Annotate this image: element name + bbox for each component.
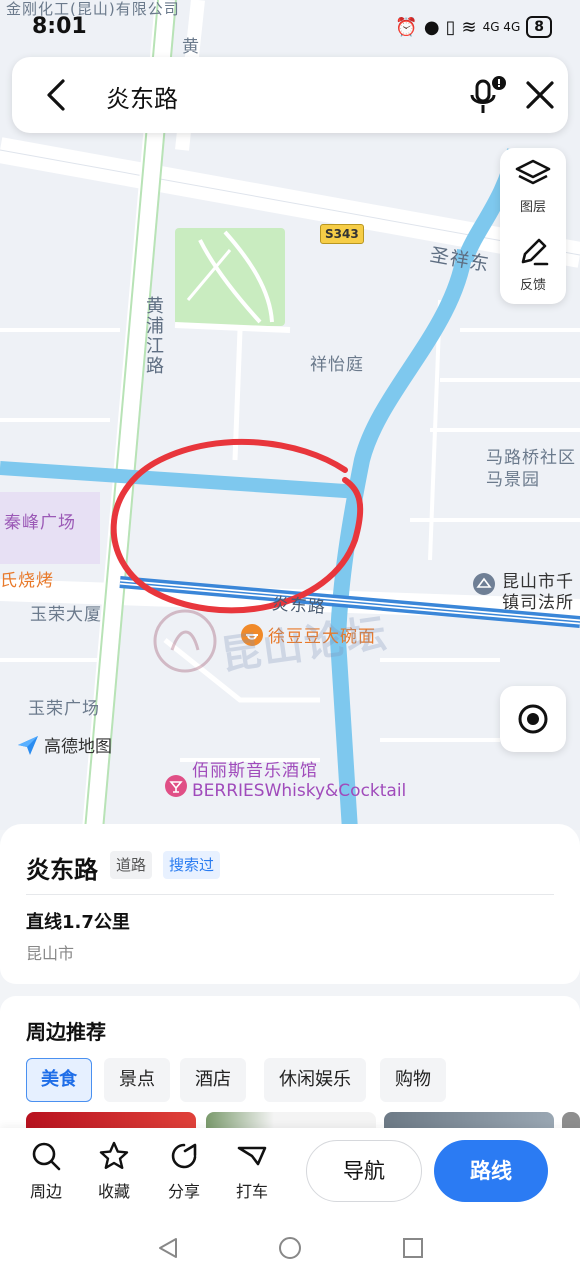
category-shopping[interactable]: 购物 [380,1058,446,1102]
map-label-xiangyiting: 祥怡庭 [310,355,364,375]
back-triangle-icon[interactable] [156,1236,180,1260]
map-label-qinfeng-plaza: 秦峰广场 [4,513,76,533]
layers-icon [515,159,551,185]
park-area [175,228,285,326]
location-icon: ● [423,16,440,38]
place-distance: 直线1.7公里 [26,912,130,933]
alarm-icon: ⏰ [395,16,418,38]
feedback-button[interactable]: 反馈 [500,226,566,304]
search-query-text[interactable]: 炎东路 [106,79,178,114]
battery-icon: 8 [526,16,552,38]
layers-label: 图层 [519,200,546,215]
locate-button[interactable] [500,686,566,752]
favorite-label: 收藏 [97,1182,130,1201]
place-name: 炎东路 [26,856,98,884]
map-label-bar: 佰丽斯音乐酒馆 [192,761,318,781]
taxi-button[interactable]: 打车 [222,1140,282,1202]
court-poi[interactable]: 昆山市千镇司法所 [472,572,580,614]
favorite-button[interactable]: 收藏 [84,1140,144,1202]
court-icon [473,573,495,595]
taxi-icon [237,1146,267,1166]
locate-icon [518,704,548,734]
map-label-bbq: 氏烧烤 [0,571,54,591]
route-button[interactable]: 路线 [434,1140,548,1202]
map-label-yurong-building: 玉荣大厦 [30,605,102,625]
wifi-icon: ≋ [461,16,477,38]
share-button[interactable]: 分享 [154,1140,214,1202]
map-label-malu-community: 马路桥社区马景园 [486,448,576,490]
category-leisure[interactable]: 休闲娱乐 [264,1058,366,1102]
bar-poi[interactable]: 佰丽斯音乐酒馆 BERRIESWhisky&Cocktail [164,756,407,801]
voice-search-icon[interactable] [468,73,510,117]
star-icon [99,1141,129,1169]
category-sights[interactable]: 景点 [104,1058,170,1102]
back-arrow-icon[interactable] [38,75,78,115]
place-info-card: 炎东路 道路 搜索过 直线1.7公里 昆山市 [0,824,580,984]
feedback-pen-icon [521,238,549,266]
watermark-seal-icon [153,609,217,673]
vibrate-icon: ▯ [445,16,456,38]
nearby-heading: 周边推荐 [26,1020,106,1044]
close-icon[interactable] [520,75,560,115]
cocktail-icon [165,775,187,797]
nearby-button[interactable]: 周边 [16,1140,76,1202]
status-icons: ⏰ ● ▯ ≋ 4G 4G 8 [395,16,552,38]
amap-logo-icon [18,735,38,755]
share-label: 分享 [167,1182,200,1201]
share-icon [171,1143,197,1169]
action-bar: 周边 收藏 分享 打车 导航 路线 [0,1128,580,1214]
search-icon [32,1142,61,1171]
map-label-yurong-plaza: 玉荣广场 [28,699,100,719]
map-tools-panel: 图层 反馈 [500,148,566,304]
amap-logo: 高德地图 [16,732,112,757]
place-city: 昆山市 [26,944,75,963]
category-hotels[interactable]: 酒店 [180,1058,246,1102]
watermark: 昆山论坛 [150,606,391,679]
map-label-court: 昆山市千镇司法所 [502,572,574,613]
nearby-label: 周边 [29,1182,62,1201]
navigate-button[interactable]: 导航 [306,1140,422,1202]
map-label-huangpujiang-road: 黄浦江路 [143,296,164,376]
category-food[interactable]: 美食 [26,1058,92,1102]
system-nav-bar [0,1214,580,1280]
signal-icon: 4G 4G [482,20,521,34]
status-time: 8:01 [32,14,87,39]
recents-square-icon[interactable] [401,1236,425,1260]
taxi-label: 打车 [235,1182,268,1201]
layers-button[interactable]: 图层 [500,148,566,226]
map-label-bar-english: BERRIESWhisky&Cocktail [192,781,407,801]
feedback-label: 反馈 [519,278,546,293]
search-bar: 炎东路 [12,57,568,133]
home-circle-icon[interactable] [278,1236,302,1260]
status-bar: 8:01 ⏰ ● ▯ ≋ 4G 4G 8 [0,0,580,56]
highway-badge: S343 [320,224,364,244]
place-type-tag: 道路 [110,851,153,879]
searched-tag: 搜索过 [163,851,221,879]
divider [26,894,554,895]
